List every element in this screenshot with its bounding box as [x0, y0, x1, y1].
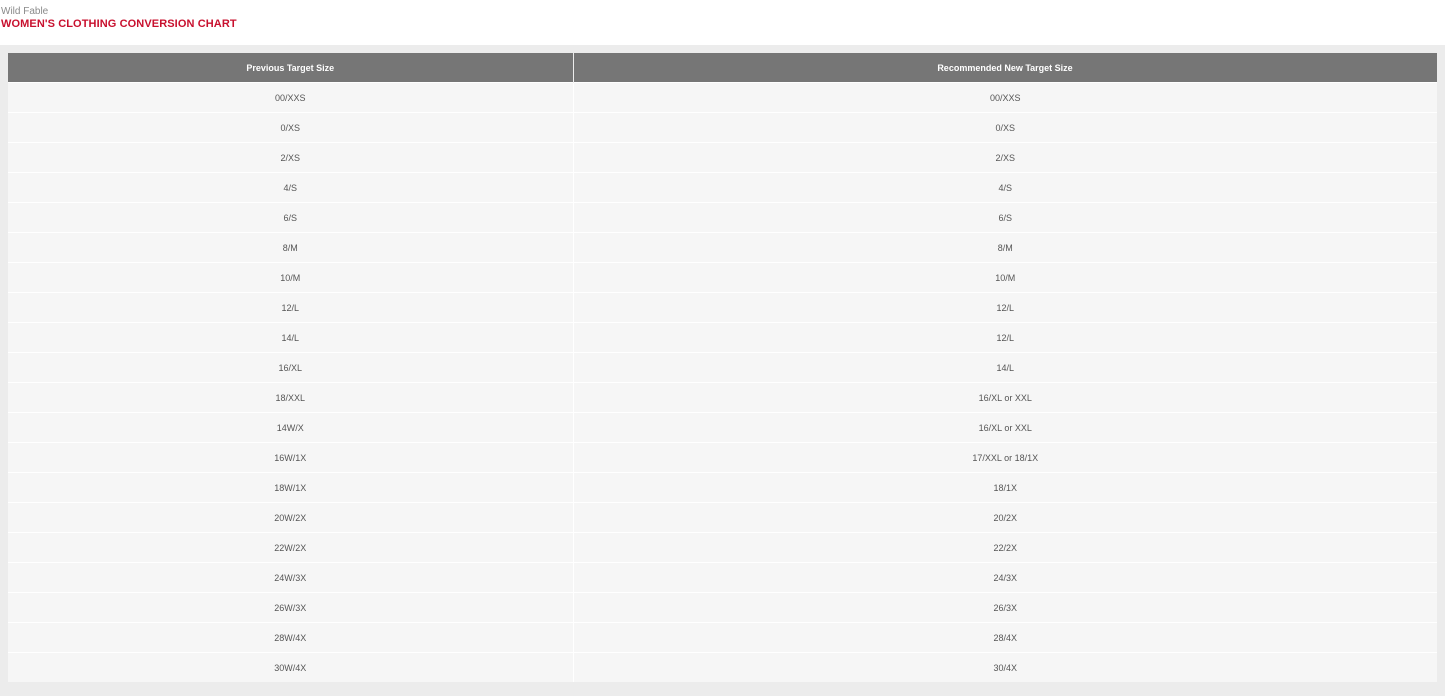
recommended-size-cell: 30/4X	[572, 652, 1437, 682]
previous-size-cell: 16W/1X	[8, 442, 573, 473]
recommended-size-cell: 20/2X	[572, 502, 1437, 533]
previous-size-cell: 6/S	[8, 202, 573, 233]
table-row: 16/XL 14/L	[8, 352, 1437, 383]
table-row: 14/L 12/L	[8, 322, 1437, 353]
previous-size-cell: 4/S	[8, 172, 573, 203]
recommended-size-cell: 10/M	[572, 262, 1437, 293]
table-row: 14W/X 16/XL or XXL	[8, 412, 1437, 443]
page-title: WOMEN'S CLOTHING CONVERSION CHART	[1, 18, 237, 30]
previous-size-cell: 00/XXS	[8, 82, 573, 113]
recommended-size-cell: 12/L	[572, 292, 1437, 323]
previous-size-cell: 28W/4X	[8, 622, 573, 653]
recommended-size-cell: 26/3X	[572, 592, 1437, 623]
recommended-size-cell: 14/L	[572, 352, 1437, 383]
previous-size-cell: 26W/3X	[8, 592, 573, 623]
table-row: 18W/1X 18/1X	[8, 472, 1437, 503]
recommended-size-cell: 8/M	[572, 232, 1437, 263]
table-header-row: Previous Target Size Recommended New Tar…	[8, 53, 1438, 83]
table-row: 2/XS 2/XS	[8, 142, 1437, 173]
previous-size-cell: 16/XL	[8, 352, 573, 383]
previous-size-cell: 14/L	[8, 322, 573, 353]
table-body: 00/XXS 00/XXS 0/XS 0/XS 2/XS 2/XS 4/S 4/S 6/…	[8, 82, 1437, 682]
previous-size-cell: 18/XXL	[8, 382, 573, 413]
table-row: 0/XS 0/XS	[8, 112, 1437, 143]
conversion-panel: Previous Target Size Recommended New Tar…	[0, 45, 1445, 696]
previous-size-cell: 20W/2X	[8, 502, 573, 533]
previous-size-cell: 18W/1X	[8, 472, 573, 503]
recommended-size-cell: 4/S	[572, 172, 1437, 203]
table-row: 00/XXS 00/XXS	[8, 82, 1437, 113]
previous-size-cell: 10/M	[8, 262, 573, 293]
table-row: 24W/3X 24/3X	[8, 562, 1437, 593]
previous-size-cell: 12/L	[8, 292, 573, 323]
table-row: 22W/2X 22/2X	[8, 532, 1437, 563]
table-header: Previous Target Size Recommended New Tar…	[8, 53, 1438, 83]
page-header: Wild Fable WOMEN'S CLOTHING CONVERSION C…	[0, 0, 1445, 45]
recommended-size-cell: 17/XXL or 18/1X	[572, 442, 1437, 473]
recommended-size-cell: 16/XL or XXL	[572, 412, 1437, 443]
recommended-size-cell: 6/S	[572, 202, 1437, 233]
conversion-table: Previous Target Size Recommended New Tar…	[8, 53, 1438, 682]
recommended-size-cell: 00/XXS	[572, 82, 1437, 113]
table-row: 20W/2X 20/2X	[8, 502, 1437, 533]
column-header-previous-size: Previous Target Size	[8, 53, 574, 83]
column-header-recommended-size: Recommended New Target Size	[572, 53, 1438, 83]
previous-size-cell: 8/M	[8, 232, 573, 263]
recommended-size-cell: 28/4X	[572, 622, 1437, 653]
recommended-size-cell: 24/3X	[572, 562, 1437, 593]
table-row: 8/M 8/M	[8, 232, 1437, 263]
table-row: 6/S 6/S	[8, 202, 1437, 233]
previous-size-cell: 30W/4X	[8, 652, 573, 682]
table-row: 26W/3X 26/3X	[8, 592, 1437, 623]
table-row: 28W/4X 28/4X	[8, 622, 1437, 653]
recommended-size-cell: 18/1X	[572, 472, 1437, 503]
recommended-size-cell: 16/XL or XXL	[572, 382, 1437, 413]
recommended-size-cell: 2/XS	[572, 142, 1437, 173]
table-row: 16W/1X 17/XXL or 18/1X	[8, 442, 1437, 473]
table-row: 18/XXL 16/XL or XXL	[8, 382, 1437, 413]
recommended-size-cell: 22/2X	[572, 532, 1437, 563]
table-row: 30W/4X 30/4X	[8, 652, 1437, 682]
brand-name: Wild Fable	[1, 6, 49, 17]
recommended-size-cell: 0/XS	[572, 112, 1437, 143]
previous-size-cell: 0/XS	[8, 112, 573, 143]
previous-size-cell: 22W/2X	[8, 532, 573, 563]
table-row: 4/S 4/S	[8, 172, 1437, 203]
previous-size-cell: 2/XS	[8, 142, 573, 173]
recommended-size-cell: 12/L	[572, 322, 1437, 353]
previous-size-cell: 24W/3X	[8, 562, 573, 593]
table-row: 10/M 10/M	[8, 262, 1437, 293]
previous-size-cell: 14W/X	[8, 412, 573, 443]
table-row: 12/L 12/L	[8, 292, 1437, 323]
